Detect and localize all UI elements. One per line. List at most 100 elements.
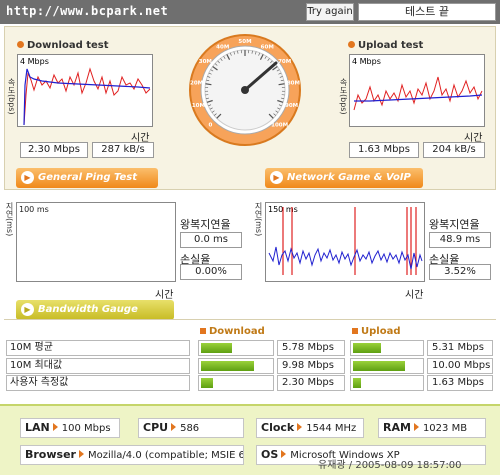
upload-bar	[350, 375, 424, 391]
lan-label: LAN	[25, 421, 50, 434]
bandwidth-banner-text: Bandwidth Gauge	[38, 304, 138, 315]
gauge-tick-label: 40M	[216, 44, 229, 50]
try-again-button[interactable]: Try again	[306, 3, 354, 21]
game-banner: ▶ Network Game & VoIP Test	[265, 168, 423, 203]
game-y-label: 지연(ms)	[254, 202, 263, 237]
upload-y-label: 속도(bps)	[339, 78, 348, 115]
download-series	[23, 67, 151, 126]
download-header-text: Download	[209, 326, 265, 337]
ping-banner: ▶ General Ping Test	[16, 168, 158, 188]
upload-bar	[350, 340, 424, 356]
download-bar	[198, 375, 274, 391]
upload-scale: 4 Mbps	[352, 57, 381, 66]
clock-cell: Clock 1544 MHz	[256, 418, 364, 438]
download-chart: 4 Mbps	[20, 57, 151, 126]
status-box: 테스트 끝	[358, 3, 496, 21]
browser-cell: Browser Mozilla/4.0 (compatible; MSIE 6.0	[20, 445, 244, 465]
game-banner-text: Network Game & VoIP Test	[287, 172, 411, 203]
ping-scale: 100 ms	[19, 205, 49, 214]
upload-chart: 4 Mbps	[352, 57, 483, 111]
upload-value: 1.63 Mbps	[427, 375, 493, 391]
gauge-tick-label: 100M	[271, 123, 288, 129]
os-label: OS	[261, 448, 279, 461]
game-loss: 3.52%	[429, 264, 491, 280]
arrow-icon	[297, 423, 303, 431]
download-bar	[198, 358, 274, 374]
download-bar-fill	[201, 378, 213, 388]
cpu-value: 586	[180, 423, 200, 434]
download-bar-fill	[201, 361, 254, 371]
game-spikes	[282, 207, 417, 275]
browser-value: Mozilla/4.0 (compatible; MSIE 6.0	[87, 450, 244, 461]
upload-bar-fill	[353, 378, 361, 388]
download-value: 9.98 Mbps	[277, 358, 345, 374]
bullet-icon	[352, 328, 358, 334]
download-value: 5.78 Mbps	[277, 340, 345, 356]
browser-label: Browser	[25, 448, 76, 461]
cpu-label: CPU	[143, 421, 169, 434]
upload-title: Upload test	[348, 40, 423, 51]
timestamp: 유재광 / 2005-08-09 18:57:00	[318, 460, 462, 471]
site-url[interactable]: http://www.bcpark.net	[6, 4, 168, 18]
ping-banner-text: General Ping Test	[38, 172, 138, 183]
gauge-tick-label: 90M	[285, 103, 298, 109]
cpu-cell: CPU 586	[138, 418, 244, 438]
gauge-tick-label: 70M	[278, 59, 291, 65]
ping-rtt-label: 왕복지연율	[180, 218, 231, 231]
gauge-tick-label: 20M	[190, 80, 203, 86]
gauge-dial: 0 10M 20M 30M 40M 50M 60M 70M 80M 90M 100M	[189, 34, 301, 146]
arrow-icon	[171, 423, 177, 431]
download-header: Download	[200, 326, 265, 337]
arrow-icon	[413, 423, 419, 431]
game-chart: 150 ms	[268, 205, 423, 275]
gauge-tick-label: 50M	[238, 39, 251, 45]
arrow-icon: ▶	[270, 171, 283, 184]
arrow-icon: ▶	[21, 171, 34, 184]
ping-graph: 100 ms	[16, 202, 176, 282]
bullet-icon	[17, 41, 24, 48]
upload-value: 10.00 Mbps	[427, 358, 493, 374]
download-kbs: 287 kB/s	[92, 142, 154, 158]
gauge-hub	[241, 86, 249, 94]
download-scale: 4 Mbps	[20, 57, 49, 66]
bandwidth-banner: ▶ Bandwidth Gauge	[16, 300, 174, 320]
upload-value: 5.31 Mbps	[427, 340, 493, 356]
clock-value: 1544 MHz	[306, 423, 357, 434]
gauge-tick-label: 60M	[261, 44, 274, 50]
gauge-tick-label: 10M	[192, 103, 205, 109]
upload-header-text: Upload	[361, 326, 401, 337]
upload-header: Upload	[352, 326, 400, 337]
lan-cell: LAN 100 Mbps	[20, 418, 120, 438]
bullet-icon	[348, 41, 355, 48]
bandwidth-row-label: 10M 평균	[6, 340, 190, 356]
bandwidth-row-label: 사용자 측정값	[6, 375, 190, 391]
ram-label: RAM	[383, 421, 411, 434]
upload-bar-fill	[353, 343, 381, 353]
upload-graph: 4 Mbps	[349, 54, 485, 127]
download-y-label: 속도(bps)	[7, 78, 16, 115]
download-title-text: Download test	[27, 40, 109, 51]
ping-loss: 0.00%	[180, 264, 242, 280]
arrow-icon	[281, 450, 287, 458]
arrow-icon	[52, 423, 58, 431]
upload-mbps: 1.63 Mbps	[349, 142, 419, 158]
upload-bar-fill	[353, 361, 405, 371]
download-average	[23, 68, 151, 126]
game-rtt: 48.9 ms	[429, 232, 491, 248]
bandwidth-row-label: 10M 최대값	[6, 358, 190, 374]
upload-title-text: Upload test	[358, 40, 424, 51]
clock-label: Clock	[261, 421, 295, 434]
download-mbps: 2.30 Mbps	[20, 142, 88, 158]
arrow-icon: ▶	[21, 303, 34, 316]
ping-x-label: 시간	[155, 290, 174, 301]
ram-cell: RAM 1023 MB	[378, 418, 486, 438]
gauge-tick-label: 80M	[287, 80, 300, 86]
bullet-icon	[200, 328, 206, 334]
download-bar	[198, 340, 274, 356]
speed-gauge: 0 10M 20M 30M 40M 50M 60M 70M 80M 90M 100M	[188, 33, 302, 147]
upload-kbs: 204 kB/s	[423, 142, 485, 158]
gauge-tick-label: 0	[208, 123, 212, 129]
game-graph: 150 ms	[265, 202, 425, 282]
ping-rtt: 0.0 ms	[180, 232, 242, 248]
lan-value: 100 Mbps	[61, 423, 111, 434]
